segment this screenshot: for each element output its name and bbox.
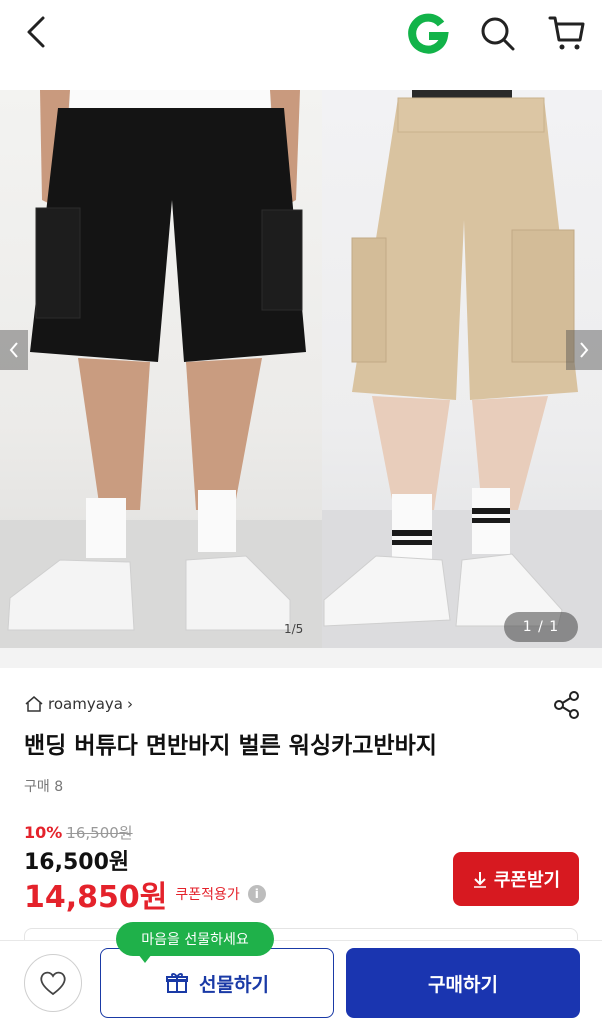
- coupon-price-label: 쿠폰적용가: [175, 887, 240, 903]
- product-photo-black-shorts: [0, 90, 322, 648]
- image-counter-small: 1/5: [284, 622, 304, 636]
- product-title: 밴딩 버튜다 면반바지 벌른 워싱카고반바지: [24, 733, 437, 759]
- beige-shorts-illustration: [322, 90, 602, 648]
- gift-button-label: 선물하기: [199, 973, 269, 996]
- seller-name: roamyaya: [48, 695, 123, 713]
- discount-rate: 10%: [24, 823, 63, 842]
- carousel-next-button[interactable]: [566, 330, 602, 370]
- section-divider: [0, 648, 602, 668]
- discount-row: 10% 16,500원: [24, 822, 133, 843]
- coupon-price-row: 14,850원 쿠폰적용가 i: [24, 872, 266, 916]
- top-header: [0, 0, 602, 64]
- info-icon[interactable]: i: [247, 885, 266, 903]
- carousel-pager: 1 / 1: [504, 612, 578, 642]
- home-icon: [25, 696, 43, 712]
- search-icon: [481, 17, 515, 51]
- gift-tooltip: 마음을 선물하세요: [116, 922, 274, 956]
- carousel-prev-button[interactable]: [0, 330, 28, 370]
- product-image-carousel[interactable]: 1/5 1 / 1: [0, 90, 602, 648]
- chevron-left-icon: [27, 16, 45, 48]
- g-logo-icon: [408, 13, 449, 54]
- black-shorts-illustration: [0, 90, 322, 648]
- chevron-right-icon: [580, 342, 589, 358]
- gift-button[interactable]: 선물하기: [100, 948, 334, 1018]
- gift-icon: [166, 973, 189, 993]
- original-price: 16,500원: [66, 824, 133, 842]
- heart-icon: [40, 971, 66, 996]
- share-icon: [554, 691, 579, 719]
- search-button[interactable]: [476, 12, 520, 56]
- coupon-download-button[interactable]: 쿠폰받기: [453, 852, 579, 906]
- gift-tooltip-tail: [138, 954, 152, 963]
- buy-button[interactable]: 구매하기: [346, 948, 580, 1018]
- download-icon: [473, 872, 486, 888]
- cart-button[interactable]: [544, 10, 590, 56]
- share-button[interactable]: [550, 688, 584, 722]
- seller-link[interactable]: roamyaya ›: [24, 692, 133, 716]
- gmarket-logo[interactable]: [406, 12, 450, 56]
- chevron-left-icon: [9, 342, 18, 358]
- cart-icon: [548, 16, 585, 50]
- coupon-button-label: 쿠폰받기: [493, 870, 561, 891]
- product-photo-beige-shorts: [322, 90, 602, 648]
- coupon-price: 14,850원: [24, 880, 168, 915]
- purchase-count: 구매 8: [24, 779, 64, 795]
- back-button[interactable]: [18, 12, 54, 52]
- wishlist-button[interactable]: [24, 954, 82, 1012]
- seller-chevron-icon: ›: [126, 695, 133, 713]
